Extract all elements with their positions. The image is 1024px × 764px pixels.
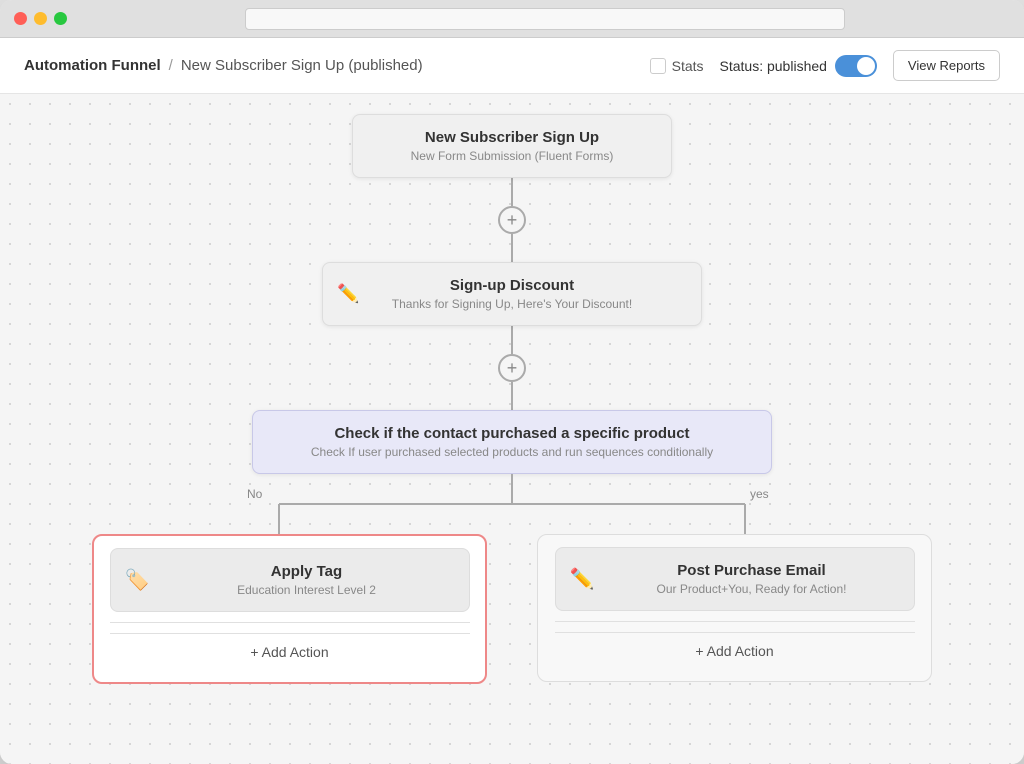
post-purchase-node[interactable]: ✏️ Post Purchase Email Our Product+You, …: [555, 547, 915, 611]
status-group: Status: published: [720, 55, 877, 77]
trigger-node[interactable]: New Subscriber Sign Up New Form Submissi…: [352, 114, 672, 178]
trigger-subtitle: New Form Submission (Fluent Forms): [373, 149, 651, 163]
post-purchase-icon: ✏️: [570, 567, 595, 592]
condition-node[interactable]: Check if the contact purchased a specifi…: [252, 410, 772, 474]
branch-lines-svg: No yes: [82, 474, 942, 534]
url-bar[interactable]: [245, 8, 845, 30]
left-branch-container: 🏷️ Apply Tag Education Interest Level 2 …: [92, 534, 487, 684]
connector-1: +: [498, 178, 526, 262]
line-1b: [511, 234, 513, 262]
email-node[interactable]: ✏️ Sign-up Discount Thanks for Signing U…: [322, 262, 702, 326]
stats-toggle[interactable]: Stats: [650, 58, 704, 74]
svg-text:No: No: [247, 487, 263, 501]
left-add-action-btn[interactable]: + Add Action: [110, 633, 470, 670]
breadcrumb-main: Automation Funnel: [24, 57, 161, 74]
post-purchase-subtitle: Our Product+You, Ready for Action!: [606, 582, 898, 596]
titlebar: [0, 0, 1024, 38]
email-title: Sign-up Discount: [343, 277, 681, 294]
maximize-button[interactable]: [54, 12, 67, 25]
toggle-knob: [857, 57, 875, 75]
app-window: Automation Funnel / New Subscriber Sign …: [0, 0, 1024, 764]
flow-nodes: New Subscriber Sign Up New Form Submissi…: [20, 114, 1004, 684]
status-toggle[interactable]: [835, 55, 877, 77]
status-label: Status: published: [720, 58, 827, 74]
add-node-btn-1[interactable]: +: [498, 206, 526, 234]
view-reports-button[interactable]: View Reports: [893, 50, 1000, 81]
flow-canvas: New Subscriber Sign Up New Form Submissi…: [0, 94, 1024, 764]
breadcrumb-separator: /: [169, 57, 173, 74]
branch-section: No yes 🏷️ Apply Tag Education Interest L…: [82, 474, 942, 684]
svg-text:yes: yes: [750, 487, 769, 501]
email-subtitle: Thanks for Signing Up, Here's Your Disco…: [343, 297, 681, 311]
top-section: New Subscriber Sign Up New Form Submissi…: [252, 114, 772, 474]
topbar: Automation Funnel / New Subscriber Sign …: [0, 38, 1024, 94]
minimize-button[interactable]: [34, 12, 47, 25]
window-controls: [14, 12, 67, 25]
stats-checkbox[interactable]: [650, 58, 666, 74]
apply-tag-title: Apply Tag: [161, 563, 453, 580]
apply-tag-subtitle: Education Interest Level 2: [161, 583, 453, 597]
topbar-right: Stats Status: published View Reports: [650, 50, 1000, 81]
condition-subtitle: Check If user purchased selected product…: [273, 445, 751, 459]
post-purchase-title: Post Purchase Email: [606, 562, 898, 579]
trigger-title: New Subscriber Sign Up: [373, 129, 651, 146]
condition-title: Check if the contact purchased a specifi…: [273, 425, 751, 442]
line-2b: [511, 382, 513, 410]
line-1: [511, 178, 513, 206]
right-branch-container: ✏️ Post Purchase Email Our Product+You, …: [537, 534, 932, 682]
close-button[interactable]: [14, 12, 27, 25]
email-icon: ✏️: [337, 284, 359, 305]
apply-tag-node[interactable]: 🏷️ Apply Tag Education Interest Level 2: [110, 548, 470, 612]
left-divider: [110, 622, 470, 623]
line-2: [511, 326, 513, 354]
connector-2: +: [498, 326, 526, 410]
add-node-btn-2[interactable]: +: [498, 354, 526, 382]
breadcrumb-sub: New Subscriber Sign Up (published): [181, 57, 423, 74]
right-add-action-btn[interactable]: + Add Action: [555, 632, 915, 669]
branch-row: 🏷️ Apply Tag Education Interest Level 2 …: [82, 534, 942, 684]
stats-label: Stats: [672, 58, 704, 74]
right-divider: [555, 621, 915, 622]
tag-icon: 🏷️: [125, 568, 150, 593]
breadcrumb: Automation Funnel / New Subscriber Sign …: [24, 57, 650, 74]
